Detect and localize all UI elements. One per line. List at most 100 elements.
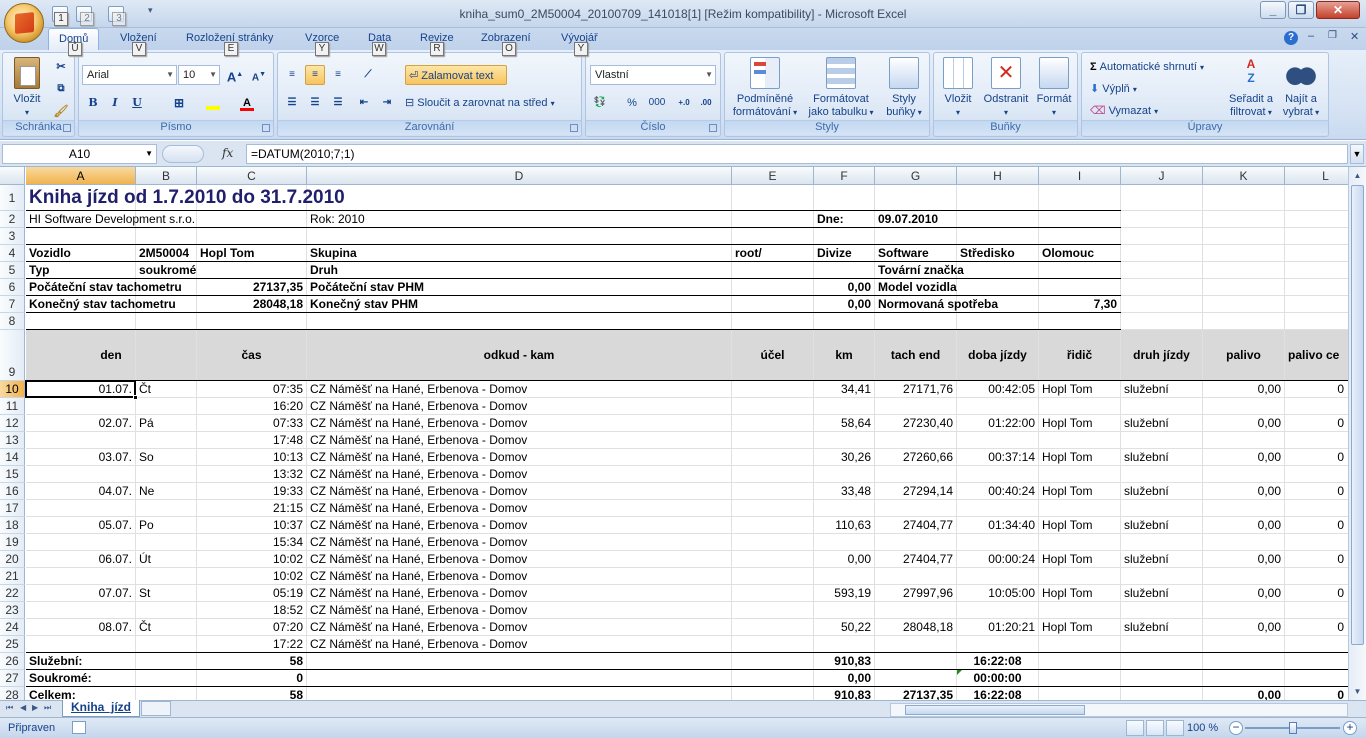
cut-icon[interactable]: ✂ <box>51 57 71 77</box>
trip-fuel[interactable]: 0,00 <box>1203 619 1284 636</box>
row-header-23[interactable]: 23 <box>0 602 25 619</box>
row-header-2[interactable]: 2 <box>0 211 25 228</box>
vehicle-info-cell[interactable]: Software <box>875 245 956 262</box>
total-duration[interactable]: 16:22:08 <box>957 687 1038 700</box>
next-sheet-icon[interactable]: ▶ <box>32 703 38 712</box>
align-top-icon[interactable]: ≡ <box>282 65 302 85</box>
column-header-j[interactable]: J <box>1121 167 1203 185</box>
trip-weekday[interactable]: Pá <box>136 415 196 432</box>
trip-start-time[interactable]: 07:35 <box>197 381 306 398</box>
help-icon[interactable]: ? <box>1284 31 1298 45</box>
trip-to[interactable]: CZ Náměšť na Hané, Erbenova - Domov <box>307 398 731 415</box>
column-header-label[interactable]: den <box>26 330 196 381</box>
insert-sheet-icon[interactable] <box>141 701 171 716</box>
trip-tach-end[interactable]: 27294,14 <box>875 483 956 500</box>
trip-driver[interactable]: Hopl Tom <box>1039 449 1120 466</box>
trip-tach-end[interactable]: 27260,66 <box>875 449 956 466</box>
trip-from[interactable]: CZ Náměšť na Hané, Erbenova - Domov <box>307 483 731 500</box>
row-header-17[interactable]: 17 <box>0 500 25 517</box>
horizontal-scrollbar[interactable] <box>890 703 1348 717</box>
model-label[interactable]: Model vozidla <box>875 279 1038 296</box>
formula-bar-splitter[interactable] <box>162 145 204 163</box>
trip-from[interactable]: CZ Náměšť na Hané, Erbenova - Domov <box>307 551 731 568</box>
trip-start-time[interactable]: 07:33 <box>197 415 306 432</box>
align-middle-icon[interactable]: ≡ <box>305 65 325 85</box>
row-header-7[interactable]: 7 <box>0 296 25 313</box>
find-select-button[interactable]: Najít a vybrat ▾ <box>1278 57 1324 119</box>
bold-button[interactable]: B <box>83 93 103 113</box>
trip-duration[interactable]: 00:00:24 <box>957 551 1038 568</box>
total-fuel-cost[interactable] <box>1285 653 1347 670</box>
trip-fuel-cost[interactable]: 0 <box>1285 415 1347 432</box>
trip-from[interactable]: CZ Náměšť na Hané, Erbenova - Domov <box>307 415 731 432</box>
doc-minimize-icon[interactable]: – <box>1308 30 1314 42</box>
font-name-dropdown[interactable]: Arial ▼ <box>82 65 177 85</box>
column-header-label[interactable]: odkud - kam <box>307 330 731 381</box>
total-km[interactable]: 0,00 <box>814 670 874 687</box>
row-header-13[interactable]: 13 <box>0 432 25 449</box>
trip-start-time[interactable]: 07:20 <box>197 619 306 636</box>
norm-consumption-label[interactable]: Normovaná spotřeba <box>875 296 1038 313</box>
trip-duration[interactable]: 00:37:14 <box>957 449 1038 466</box>
vehicle-info-cell[interactable]: root/ <box>732 245 813 262</box>
zoom-out-icon[interactable]: − <box>1229 721 1243 735</box>
trip-duration[interactable]: 00:40:24 <box>957 483 1038 500</box>
column-header-d[interactable]: D <box>307 167 732 185</box>
trip-end-time[interactable]: 21:15 <box>197 500 306 517</box>
column-header-k[interactable]: K <box>1203 167 1285 185</box>
total-tach[interactable]: 27137,35 <box>875 687 956 700</box>
column-header-label[interactable]: doba jízdy <box>957 330 1038 381</box>
row-header-19[interactable]: 19 <box>0 534 25 551</box>
minimize-button[interactable]: _ <box>1260 1 1286 19</box>
trip-weekday[interactable]: Po <box>136 517 196 534</box>
start-fuel-value[interactable]: 0,00 <box>814 279 874 296</box>
total-label[interactable]: Soukromé: <box>26 670 135 687</box>
column-header-h[interactable]: H <box>957 167 1039 185</box>
doc-restore-icon[interactable]: ❐ <box>1328 30 1337 41</box>
trip-driver[interactable]: Hopl Tom <box>1039 619 1120 636</box>
sort-filter-button[interactable]: AZ Seřadit a filtrovat ▾ <box>1226 57 1276 119</box>
total-km[interactable]: 910,83 <box>814 687 874 700</box>
column-header-label[interactable]: palivo <box>1203 330 1284 381</box>
row-header-8[interactable]: 8 <box>0 313 25 330</box>
trip-to[interactable]: CZ Náměšť na Hané, Erbenova - Domov <box>307 500 731 517</box>
trip-to[interactable]: CZ Náměšť na Hané, Erbenova - Domov <box>307 602 731 619</box>
dialog-launcher-icon[interactable] <box>570 124 578 132</box>
trip-driver[interactable]: Hopl Tom <box>1039 415 1120 432</box>
vehicle-info-cell[interactable]: 2M50004 <box>136 245 196 262</box>
norm-consumption-value[interactable]: 7,30 <box>1039 296 1120 313</box>
prev-sheet-icon[interactable]: ◀ <box>20 703 26 712</box>
trip-fuel[interactable]: 0,00 <box>1203 381 1284 398</box>
orientation-icon[interactable]: ⟋ <box>358 65 378 85</box>
align-center-icon[interactable]: ☰ <box>305 93 325 113</box>
vehicle-info-cell[interactable]: Divize <box>814 245 874 262</box>
trip-from[interactable]: CZ Náměšť na Hané, Erbenova - Domov <box>307 585 731 602</box>
trip-end-time[interactable]: 15:34 <box>197 534 306 551</box>
total-label[interactable]: Celkem: <box>26 687 135 700</box>
date-label[interactable]: Dne: <box>814 211 874 228</box>
autosum-button[interactable]: Σ Automatické shrnutí ▾ <box>1090 57 1204 77</box>
date-value[interactable]: 09.07.2010 <box>875 211 956 228</box>
column-header-e[interactable]: E <box>732 167 814 185</box>
page-layout-view-icon[interactable] <box>1146 720 1164 736</box>
dialog-launcher-icon[interactable] <box>709 124 717 132</box>
error-indicator-icon[interactable] <box>957 670 962 675</box>
vehicle-info-cell[interactable]: Vozidlo <box>26 245 135 262</box>
row-header-5[interactable]: 5 <box>0 262 25 279</box>
end-fuel-label[interactable]: Konečný stav PHM <box>307 296 731 313</box>
total-count[interactable]: 58 <box>197 687 306 700</box>
vehicle-info-cell[interactable]: Olomouc <box>1039 245 1120 262</box>
select-all-corner[interactable] <box>0 167 25 185</box>
trip-from[interactable]: CZ Náměšť na Hané, Erbenova - Domov <box>307 517 731 534</box>
end-fuel-value[interactable]: 0,00 <box>814 296 874 313</box>
trip-fuel[interactable]: 0,00 <box>1203 551 1284 568</box>
align-right-icon[interactable]: ☰ <box>328 93 348 113</box>
total-fuel[interactable] <box>1203 653 1284 670</box>
druh-label[interactable]: Druh <box>307 262 731 279</box>
format-as-table-button[interactable]: Formátovat jako tabulku ▾ <box>805 57 877 119</box>
trip-type[interactable]: služební <box>1121 619 1202 636</box>
start-odometer-value[interactable]: 27137,35 <box>197 279 306 296</box>
scroll-down-icon[interactable]: ▼ <box>1350 684 1365 699</box>
font-size-dropdown[interactable]: 10 ▼ <box>178 65 220 85</box>
trip-km[interactable]: 33,48 <box>814 483 874 500</box>
